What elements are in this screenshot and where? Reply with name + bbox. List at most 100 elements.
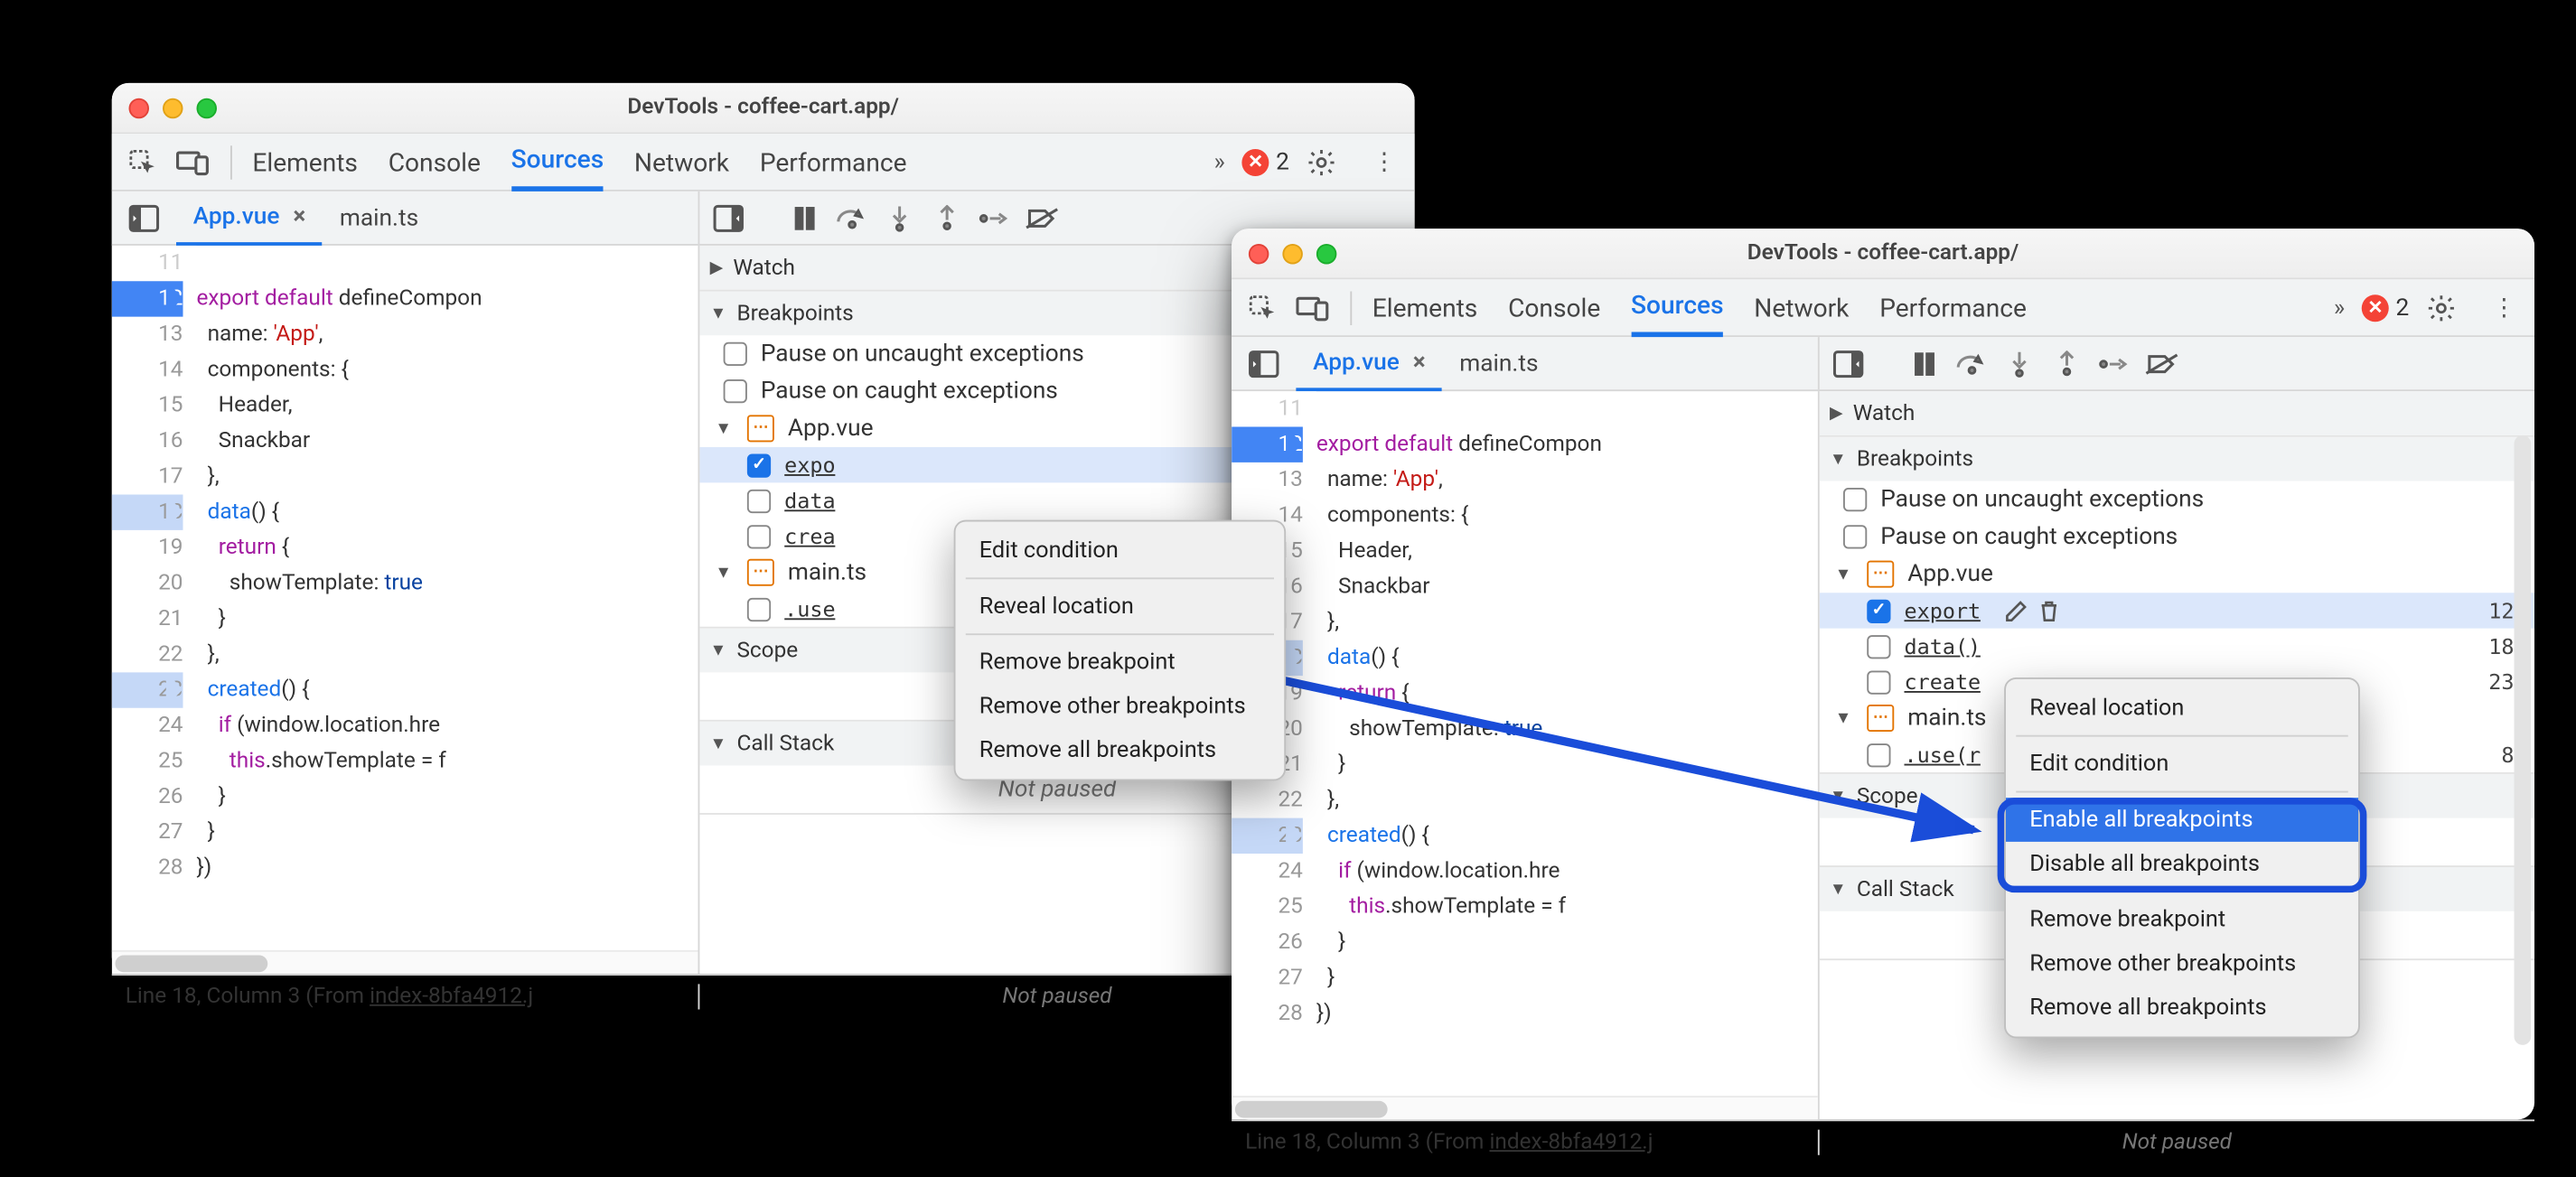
ctx-reveal-location[interactable]: Reveal location [2006, 686, 2358, 730]
deactivate-breakpoints-icon[interactable] [2141, 343, 2182, 384]
pause-uncaught-label: Pause on uncaught exceptions [761, 341, 1084, 368]
breakpoint-group-appvue[interactable]: ▼⋯App.vue [1820, 556, 2534, 593]
tab-sources[interactable]: Sources [1631, 278, 1724, 336]
settings-icon[interactable] [1307, 146, 1347, 177]
file-icon: ⋯ [1867, 561, 1894, 588]
breakpoint-code: expo [784, 453, 835, 478]
file-tab-appvue[interactable]: App.vue × [1296, 336, 1442, 390]
error-icon: ✕ [2362, 294, 2389, 321]
divider [230, 145, 232, 179]
step-out-icon[interactable] [927, 197, 968, 238]
step-icon[interactable] [974, 197, 1015, 238]
titlebar: DevTools - coffee-cart.app/ [112, 83, 1415, 134]
device-toggle-icon[interactable] [170, 138, 218, 186]
tab-performance[interactable]: Performance [1879, 278, 2027, 336]
ctx-remove-breakpoint[interactable]: Remove breakpoint [2006, 898, 2358, 942]
tab-console[interactable]: Console [1508, 278, 1600, 336]
close-tab-icon[interactable]: × [1413, 348, 1426, 375]
debugger-pane-toggle-icon[interactable] [1823, 338, 1874, 388]
breakpoint-checkbox[interactable] [747, 453, 771, 477]
file-tab-maints[interactable]: main.ts [323, 191, 436, 245]
settings-icon[interactable] [2426, 292, 2467, 322]
sub-toolbar: App.vue × main.ts [1232, 337, 2534, 391]
breakpoints-section-header[interactable]: ▼Breakpoints [1820, 437, 2534, 481]
file-tab-appvue[interactable]: App.vue × [176, 191, 323, 245]
code-editor: 111213141516171819202122232425262728 exp… [112, 246, 700, 974]
kebab-menu-icon[interactable]: ⋮ [2484, 294, 2524, 321]
kebab-menu-icon[interactable]: ⋮ [1363, 148, 1404, 175]
step-icon[interactable] [2094, 343, 2135, 384]
file-tab-label: App.vue [193, 202, 280, 229]
sub-toolbar: App.vue × main.ts [112, 191, 1415, 246]
step-into-icon[interactable] [2000, 343, 2040, 384]
ctx-remove-other-breakpoints[interactable]: Remove other breakpoints [956, 685, 1285, 729]
cursor-location: Line 18, Column 3 (From index-8bfa4912.j [1232, 1130, 1820, 1155]
file-icon: ⋯ [747, 415, 774, 442]
deactivate-breakpoints-icon[interactable] [1022, 197, 1063, 238]
breakpoint-checkbox[interactable] [1867, 599, 1890, 622]
breakpoint-code: crea [784, 523, 835, 548]
source-map-link[interactable]: index-8bfa4912.j [370, 984, 533, 1009]
tab-elements[interactable]: Elements [252, 133, 358, 191]
file-tab-label: App.vue [1313, 348, 1400, 375]
source-map-link[interactable]: index-8bfa4912.j [1489, 1130, 1653, 1155]
tab-network[interactable]: Network [1754, 278, 1849, 336]
divider [1350, 291, 1352, 325]
error-badge[interactable]: ✕ 2 [2362, 294, 2409, 321]
tab-sources[interactable]: Sources [511, 133, 604, 191]
tab-network[interactable]: Network [634, 133, 729, 191]
vertical-scrollbar[interactable] [2511, 391, 2534, 1119]
tab-performance[interactable]: Performance [760, 133, 907, 191]
navigator-toggle-icon[interactable] [1239, 338, 1289, 388]
delete-breakpoint-icon[interactable] [2038, 599, 2060, 622]
pause-caught-checkbox[interactable]: Pause on caught exceptions [1820, 518, 2534, 556]
breakpoint-checkbox[interactable] [747, 489, 771, 512]
scope-label: Scope [736, 638, 798, 663]
ctx-disable-all-breakpoints[interactable]: Disable all breakpoints [2006, 842, 2358, 886]
step-into-icon[interactable] [879, 197, 920, 238]
more-tabs-icon[interactable]: » [1214, 148, 1225, 175]
tab-console[interactable]: Console [389, 133, 481, 191]
watch-section-header[interactable]: ▶Watch [1820, 391, 2534, 435]
step-over-icon[interactable] [832, 197, 873, 238]
pause-icon[interactable] [1905, 343, 1945, 384]
tab-elements[interactable]: Elements [1372, 278, 1478, 336]
close-tab-icon[interactable]: × [293, 202, 305, 229]
window-title: DevTools - coffee-cart.app/ [112, 95, 1415, 120]
ctx-remove-breakpoint[interactable]: Remove breakpoint [956, 640, 1285, 685]
ctx-edit-condition[interactable]: Edit condition [956, 528, 1285, 573]
horizontal-scrollbar[interactable] [1232, 1096, 1818, 1119]
breakpoint-item[interactable]: export12 [1820, 593, 2534, 628]
ctx-enable-all-breakpoints[interactable]: Enable all breakpoints [2006, 798, 2358, 842]
horizontal-scrollbar[interactable] [112, 950, 698, 974]
watch-label: Watch [733, 255, 795, 280]
callstack-label: Call Stack [736, 731, 834, 756]
file-tabs: App.vue × main.ts [176, 191, 436, 245]
ctx-edit-condition[interactable]: Edit condition [2006, 742, 2358, 786]
cursor-location: Line 18, Column 3 (From index-8bfa4912.j [112, 984, 700, 1009]
code-content[interactable]: export default defineCompon name: 'App',… [197, 246, 698, 950]
ctx-remove-all-breakpoints[interactable]: Remove all breakpoints [2006, 986, 2358, 1030]
breakpoint-group-label: main.ts [788, 559, 866, 586]
file-tab-maints[interactable]: main.ts [1443, 336, 1556, 390]
inspect-icon[interactable] [118, 138, 166, 186]
error-badge[interactable]: ✕ 2 [1242, 148, 1289, 175]
ctx-remove-other-breakpoints[interactable]: Remove other breakpoints [2006, 942, 2358, 986]
ctx-reveal-location[interactable]: Reveal location [956, 584, 1285, 629]
navigator-toggle-icon[interactable] [118, 192, 169, 243]
breakpoint-group-label: App.vue [788, 415, 874, 442]
ctx-remove-all-breakpoints[interactable]: Remove all breakpoints [956, 728, 1285, 772]
edit-breakpoint-icon[interactable] [2004, 599, 2028, 622]
pause-uncaught-checkbox[interactable]: Pause on uncaught exceptions [1820, 481, 2534, 518]
pause-icon[interactable] [784, 197, 825, 238]
device-toggle-icon[interactable] [1289, 284, 1337, 332]
step-out-icon[interactable] [2047, 343, 2087, 384]
line-gutter[interactable]: 111213141516171819202122232425262728 [112, 246, 197, 950]
breakpoint-checkbox[interactable] [747, 524, 771, 547]
file-tab-label: main.ts [340, 204, 418, 231]
window-title: DevTools - coffee-cart.app/ [1232, 240, 2534, 266]
more-tabs-icon[interactable]: » [2334, 294, 2345, 321]
inspect-icon[interactable] [1239, 284, 1287, 332]
step-over-icon[interactable] [1952, 343, 1992, 384]
debugger-pane-toggle-icon[interactable] [703, 192, 754, 243]
